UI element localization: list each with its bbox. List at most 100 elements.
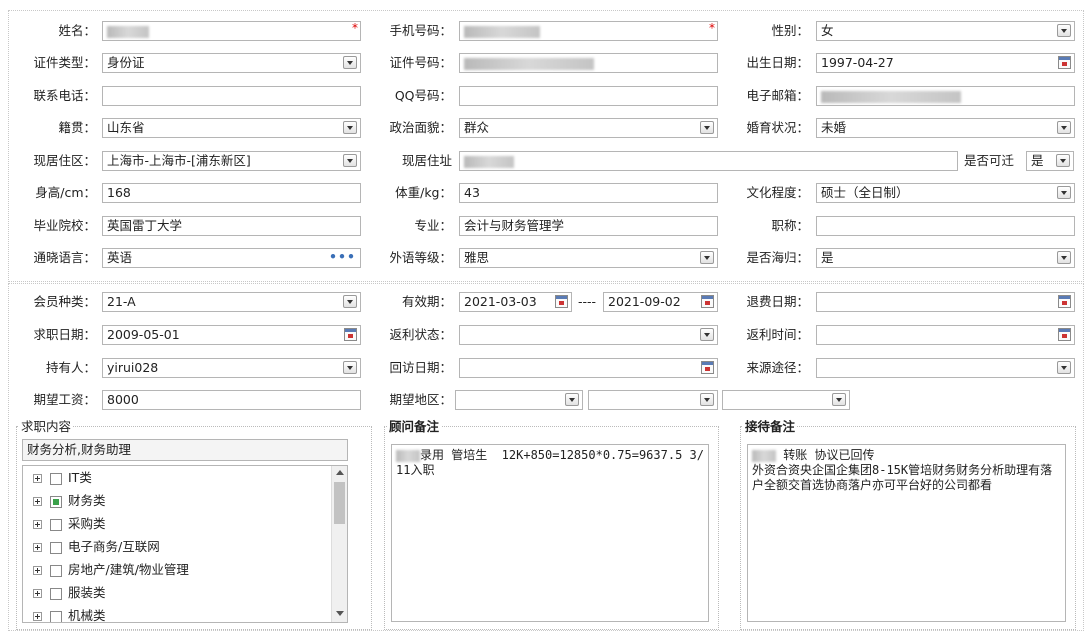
job-title-field[interactable] <box>816 216 1075 236</box>
tree-checkbox[interactable] <box>50 587 62 600</box>
residence-select[interactable]: 上海市-上海市-[浦东新区] <box>102 151 361 171</box>
expand-icon[interactable] <box>33 612 42 621</box>
tree-checkbox[interactable] <box>50 495 62 508</box>
qq-field[interactable] <box>459 86 718 106</box>
expand-icon[interactable] <box>33 543 42 552</box>
scroll-down-icon[interactable] <box>336 611 344 616</box>
scroll-thumb[interactable] <box>334 482 345 524</box>
tree-checkbox[interactable] <box>50 541 62 554</box>
tree-checkbox[interactable] <box>50 472 62 485</box>
tel-field[interactable] <box>102 86 361 106</box>
expand-icon[interactable] <box>33 497 42 506</box>
birth-date-field[interactable]: 1997-04-27 <box>816 53 1075 73</box>
chevron-down-icon[interactable] <box>700 251 714 264</box>
phone-field[interactable]: * <box>459 21 718 41</box>
tree-item-realestate[interactable]: 房地产/建筑/物业管理 <box>33 560 189 580</box>
source-select[interactable] <box>816 358 1075 378</box>
tree-item-ecommerce[interactable]: 电子商务/互联网 <box>33 537 160 557</box>
chevron-down-icon[interactable] <box>1057 251 1071 264</box>
member-select[interactable]: 21-A <box>102 292 361 312</box>
chevron-down-icon[interactable] <box>565 393 579 406</box>
refund-date-field[interactable] <box>816 292 1075 312</box>
address-field[interactable] <box>459 151 958 171</box>
native-select[interactable]: 山东省 <box>102 118 361 138</box>
calendar-icon[interactable] <box>344 328 357 341</box>
political-select[interactable]: 群众 <box>459 118 718 138</box>
expand-icon[interactable] <box>33 520 42 529</box>
member-value: 21-A <box>107 294 136 309</box>
calendar-icon[interactable] <box>701 361 714 374</box>
weight-field[interactable]: 43 <box>459 183 718 203</box>
jobdate-label: 求职日期： <box>33 327 96 342</box>
tree-scrollbar[interactable] <box>331 466 347 622</box>
tree-item-finance[interactable]: 财务类 <box>33 491 106 511</box>
revisit-date-field[interactable] <box>459 358 718 378</box>
chevron-down-icon[interactable] <box>1056 154 1070 167</box>
expand-icon[interactable] <box>33 566 42 575</box>
chevron-down-icon[interactable] <box>343 295 357 308</box>
tree-checkbox[interactable] <box>50 564 62 577</box>
region-city-select[interactable] <box>588 390 718 410</box>
tree-item-it[interactable]: IT类 <box>33 468 92 488</box>
chevron-down-icon[interactable] <box>832 393 846 406</box>
email-field[interactable] <box>816 86 1075 106</box>
chevron-down-icon[interactable] <box>700 121 714 134</box>
advisor-note-textarea[interactable]: 录用 管培生 12K+850=12850*0.75=9637.5 3/11入职 <box>391 444 709 622</box>
chevron-down-icon[interactable] <box>1057 121 1071 134</box>
chevron-down-icon[interactable] <box>700 393 714 406</box>
tree-item-machinery[interactable]: 机械类 <box>33 606 106 622</box>
chevron-down-icon[interactable] <box>1057 186 1071 199</box>
birth-value: 1997-04-27 <box>821 55 894 70</box>
chevron-down-icon[interactable] <box>343 154 357 167</box>
more-icon[interactable]: ••• <box>329 249 356 265</box>
required-asterisk: * <box>352 21 358 35</box>
holder-select[interactable]: yirui028 <box>102 358 361 378</box>
lang-field[interactable]: 英语 ••• <box>102 248 361 268</box>
idtype-select[interactable]: 身份证 <box>102 53 361 73</box>
jobdate-field[interactable]: 2009-05-01 <box>102 325 361 345</box>
salary-value: 8000 <box>107 392 139 407</box>
height-field[interactable]: 168 <box>102 183 361 203</box>
relocate-select[interactable]: 是 <box>1026 151 1074 171</box>
major-field[interactable]: 会计与财务管理学 <box>459 216 718 236</box>
langlevel-select[interactable]: 雅思 <box>459 248 718 268</box>
tree-checkbox[interactable] <box>50 610 62 622</box>
chevron-down-icon[interactable] <box>1057 24 1071 37</box>
rebate-time-field[interactable] <box>816 325 1075 345</box>
name-field[interactable]: * <box>102 21 361 41</box>
expand-icon[interactable] <box>33 589 42 598</box>
region-district-select[interactable] <box>722 390 850 410</box>
tree-item-apparel[interactable]: 服装类 <box>33 583 106 603</box>
tree-item-purchasing[interactable]: 采购类 <box>33 514 106 534</box>
expand-icon[interactable] <box>33 474 42 483</box>
idno-field[interactable] <box>459 53 718 73</box>
calendar-icon[interactable] <box>1058 56 1071 69</box>
calendar-icon[interactable] <box>1058 328 1071 341</box>
chevron-down-icon[interactable] <box>343 361 357 374</box>
school-field[interactable]: 英国雷丁大学 <box>102 216 361 236</box>
rebate-status-select[interactable] <box>459 325 718 345</box>
marital-select[interactable]: 未婚 <box>816 118 1075 138</box>
scroll-up-icon[interactable] <box>336 470 344 475</box>
returnee-select[interactable]: 是 <box>816 248 1075 268</box>
tree-checkbox[interactable] <box>50 518 62 531</box>
salary-field[interactable]: 8000 <box>102 390 361 410</box>
job-content-summary-text: 财务分析,财务助理 <box>27 442 131 457</box>
edu-select[interactable]: 硕士（全日制） <box>816 183 1075 203</box>
reception-note-textarea[interactable]: 转账 协议已回传 外资合资央企国企集团8-15K管培财务财务分析助理有落户全额交… <box>747 444 1066 622</box>
marital-label: 婚育状况： <box>746 120 809 135</box>
gender-select[interactable]: 女 <box>816 21 1075 41</box>
calendar-icon[interactable] <box>555 295 568 308</box>
address-value-redacted <box>464 155 514 168</box>
edu-label: 文化程度： <box>746 185 809 200</box>
calendar-icon[interactable] <box>701 295 714 308</box>
calendar-icon[interactable] <box>1058 295 1071 308</box>
valid-from-field[interactable]: 2021-03-03 <box>459 292 572 312</box>
chevron-down-icon[interactable] <box>343 56 357 69</box>
chevron-down-icon[interactable] <box>1057 361 1071 374</box>
valid-to-field[interactable]: 2021-09-02 <box>603 292 718 312</box>
tree-item-label: 电子商务/互联网 <box>68 539 160 554</box>
region-province-select[interactable] <box>455 390 583 410</box>
chevron-down-icon[interactable] <box>700 328 714 341</box>
chevron-down-icon[interactable] <box>343 121 357 134</box>
